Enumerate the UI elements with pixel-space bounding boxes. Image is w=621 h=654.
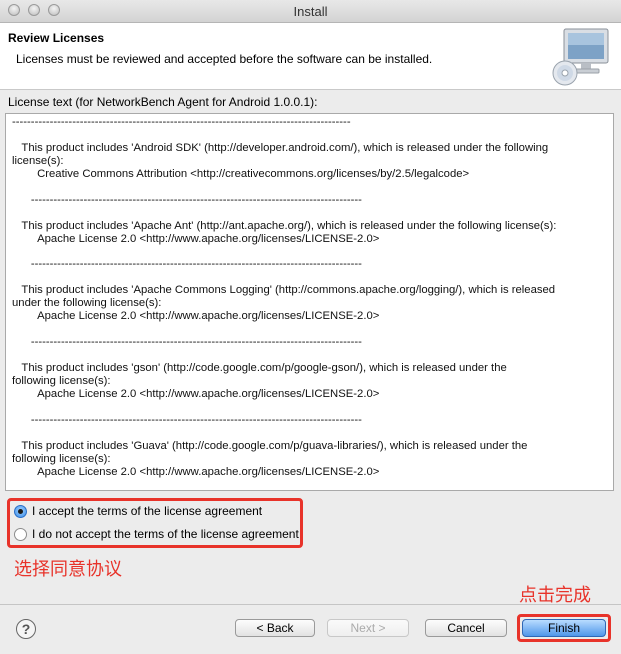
title-bar: Install <box>0 0 621 23</box>
monitor-cd-icon <box>552 28 609 86</box>
footer-divider <box>0 604 621 605</box>
select-agree-annotation: 选择同意协议 <box>14 559 122 579</box>
license-label: License text (for NetworkBench Agent for… <box>8 95 318 109</box>
license-text-area[interactable]: ----------------------------------------… <box>5 113 614 491</box>
license-text: ----------------------------------------… <box>12 116 557 478</box>
next-button[interactable]: Next > <box>327 619 409 637</box>
finish-highlight-box <box>517 614 611 642</box>
page-title: Review Licenses <box>8 31 105 45</box>
wizard-header: Review Licenses Licenses must be reviewe… <box>0 23 621 90</box>
window-title: Install <box>293 4 328 19</box>
back-button[interactable]: < Back <box>235 619 315 637</box>
accept-highlight-box <box>7 498 303 548</box>
help-icon[interactable]: ? <box>16 619 36 639</box>
page-description: Licenses must be reviewed and accepted b… <box>16 52 433 66</box>
cancel-button[interactable]: Cancel <box>425 619 507 637</box>
